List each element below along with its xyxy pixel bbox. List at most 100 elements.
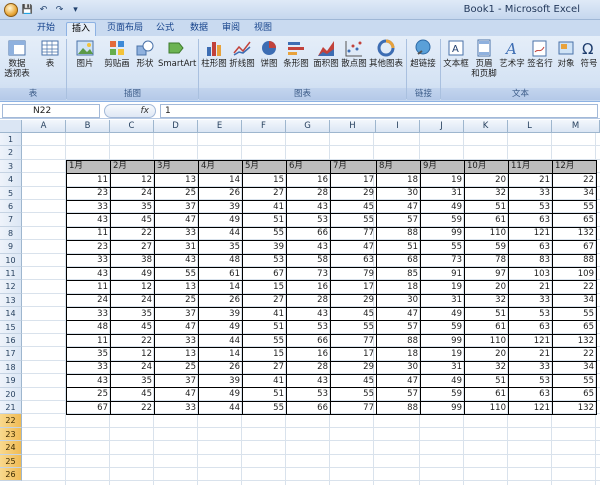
- table-cell[interactable]: 67: [552, 240, 597, 255]
- table-cell[interactable]: 20: [464, 173, 509, 188]
- other-charts-button[interactable]: 其他图表: [368, 39, 404, 69]
- pie-chart-button[interactable]: 饼图: [258, 39, 280, 69]
- table-cell[interactable]: 43: [154, 253, 199, 268]
- table-cell[interactable]: 51: [464, 374, 509, 389]
- table-cell[interactable]: 15: [242, 347, 287, 362]
- table-cell[interactable]: 121: [508, 333, 553, 349]
- month-header-cell[interactable]: 12月: [552, 159, 597, 175]
- table-cell[interactable]: 41: [242, 374, 287, 389]
- table-cell[interactable]: 45: [330, 374, 377, 389]
- table-cell[interactable]: 12: [110, 347, 155, 362]
- table-cell[interactable]: 79: [330, 266, 377, 282]
- tab-page-layout[interactable]: 页面布局: [100, 22, 150, 36]
- table-cell[interactable]: 19: [420, 173, 465, 188]
- table-cell[interactable]: 51: [464, 307, 509, 322]
- table-cell[interactable]: 58: [286, 253, 331, 268]
- table-cell[interactable]: 51: [242, 320, 287, 335]
- table-cell[interactable]: 22: [110, 333, 155, 349]
- table-cell[interactable]: 29: [330, 293, 377, 309]
- table-cell[interactable]: 57: [376, 213, 421, 228]
- table-cell[interactable]: 43: [66, 213, 111, 228]
- table-cell[interactable]: 49: [198, 387, 243, 402]
- table-cell[interactable]: 43: [66, 374, 111, 389]
- table-cell[interactable]: 24: [110, 360, 155, 376]
- table-cell[interactable]: 61: [464, 387, 509, 402]
- row-header[interactable]: 19: [0, 374, 22, 388]
- table-cell[interactable]: 51: [242, 213, 287, 228]
- table-cell[interactable]: 30: [376, 293, 421, 309]
- insert-function-button[interactable]: fx: [104, 104, 156, 118]
- table-cell[interactable]: 21: [508, 280, 553, 295]
- table-cell[interactable]: 132: [552, 333, 597, 349]
- table-cell[interactable]: 51: [464, 199, 509, 215]
- column-header[interactable]: C: [110, 120, 154, 133]
- row-header[interactable]: 1: [0, 133, 22, 147]
- table-cell[interactable]: 110: [464, 333, 509, 349]
- table-cell[interactable]: 14: [198, 280, 243, 295]
- month-header-cell[interactable]: 2月: [110, 159, 155, 175]
- line-chart-button[interactable]: 折线图: [228, 39, 256, 69]
- table-cell[interactable]: 99: [420, 400, 465, 416]
- table-cell[interactable]: 33: [154, 400, 199, 416]
- table-cell[interactable]: 132: [552, 400, 597, 416]
- column-header[interactable]: F: [242, 120, 286, 133]
- table-cell[interactable]: 39: [198, 199, 243, 215]
- table-cell[interactable]: 39: [198, 374, 243, 389]
- table-cell[interactable]: 17: [330, 347, 377, 362]
- name-box[interactable]: N22: [2, 104, 100, 118]
- table-cell[interactable]: 61: [464, 213, 509, 228]
- month-header-cell[interactable]: 10月: [464, 159, 509, 175]
- table-cell[interactable]: 66: [286, 400, 331, 416]
- month-header-cell[interactable]: 4月: [198, 159, 243, 175]
- table-cell[interactable]: 51: [376, 240, 421, 255]
- table-cell[interactable]: 12: [110, 280, 155, 295]
- table-cell[interactable]: 22: [552, 173, 597, 188]
- table-cell[interactable]: 18: [376, 280, 421, 295]
- table-cell[interactable]: 35: [66, 347, 111, 362]
- table-cell[interactable]: 27: [110, 240, 155, 255]
- table-cell[interactable]: 14: [198, 347, 243, 362]
- picture-button[interactable]: 图片: [72, 39, 98, 69]
- scatter-chart-button[interactable]: 散点图: [340, 39, 368, 69]
- shapes-button[interactable]: 形状: [134, 39, 156, 69]
- column-header[interactable]: B: [66, 120, 110, 133]
- table-cell[interactable]: 30: [376, 360, 421, 376]
- table-cell[interactable]: 91: [420, 266, 465, 282]
- table-cell[interactable]: 47: [376, 307, 421, 322]
- row-header[interactable]: 10: [0, 253, 22, 267]
- table-cell[interactable]: 132: [552, 226, 597, 242]
- table-cell[interactable]: 55: [242, 226, 287, 242]
- table-cell[interactable]: 34: [552, 293, 597, 309]
- table-cell[interactable]: 49: [420, 307, 465, 322]
- table-cell[interactable]: 67: [66, 400, 111, 416]
- table-cell[interactable]: 43: [66, 266, 111, 282]
- table-cell[interactable]: 55: [242, 333, 287, 349]
- table-cell[interactable]: 110: [464, 226, 509, 242]
- row-header[interactable]: 11: [0, 267, 22, 281]
- table-cell[interactable]: 31: [420, 360, 465, 376]
- table-cell[interactable]: 43: [286, 199, 331, 215]
- table-cell[interactable]: 23: [66, 186, 111, 201]
- smartart-button[interactable]: SmartArt: [158, 39, 196, 69]
- table-cell[interactable]: 37: [154, 374, 199, 389]
- table-cell[interactable]: 73: [286, 266, 331, 282]
- table-cell[interactable]: 57: [376, 387, 421, 402]
- table-cell[interactable]: 63: [508, 240, 553, 255]
- table-cell[interactable]: 11: [66, 333, 111, 349]
- symbol-button[interactable]: Ω 符号: [578, 39, 600, 69]
- row-header[interactable]: 22: [0, 414, 22, 428]
- table-cell[interactable]: 47: [154, 213, 199, 228]
- table-cell[interactable]: 24: [110, 293, 155, 309]
- textbox-button[interactable]: A 文本框: [442, 39, 470, 69]
- row-header[interactable]: 23: [0, 427, 22, 442]
- table-cell[interactable]: 53: [286, 387, 331, 402]
- column-header[interactable]: K: [464, 120, 508, 133]
- table-cell[interactable]: 11: [66, 173, 111, 188]
- table-cell[interactable]: 49: [420, 199, 465, 215]
- select-all-corner[interactable]: [0, 120, 22, 133]
- table-cell[interactable]: 43: [286, 307, 331, 322]
- table-cell[interactable]: 53: [286, 320, 331, 335]
- table-cell[interactable]: 23: [66, 240, 111, 255]
- column-header[interactable]: G: [286, 120, 330, 133]
- table-cell[interactable]: 33: [66, 307, 111, 322]
